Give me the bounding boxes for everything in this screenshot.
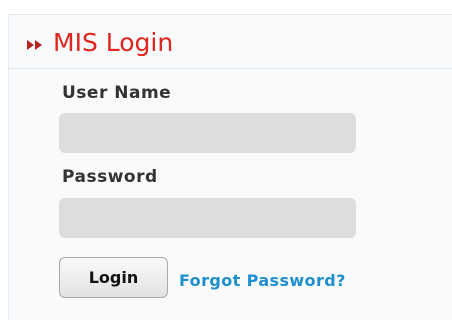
password-label: Password [62,167,158,187]
username-input[interactable] [59,113,356,153]
login-panel: MIS Login User Name Password Login Forgo… [8,14,452,320]
forgot-password-link[interactable]: Forgot Password? [179,271,346,290]
username-label: User Name [62,83,172,103]
page-title: MIS Login [53,28,174,57]
panel-header: MIS Login [9,15,452,69]
password-input[interactable] [59,198,356,238]
double-arrow-right-icon [27,40,42,50]
login-button[interactable]: Login [59,257,168,298]
